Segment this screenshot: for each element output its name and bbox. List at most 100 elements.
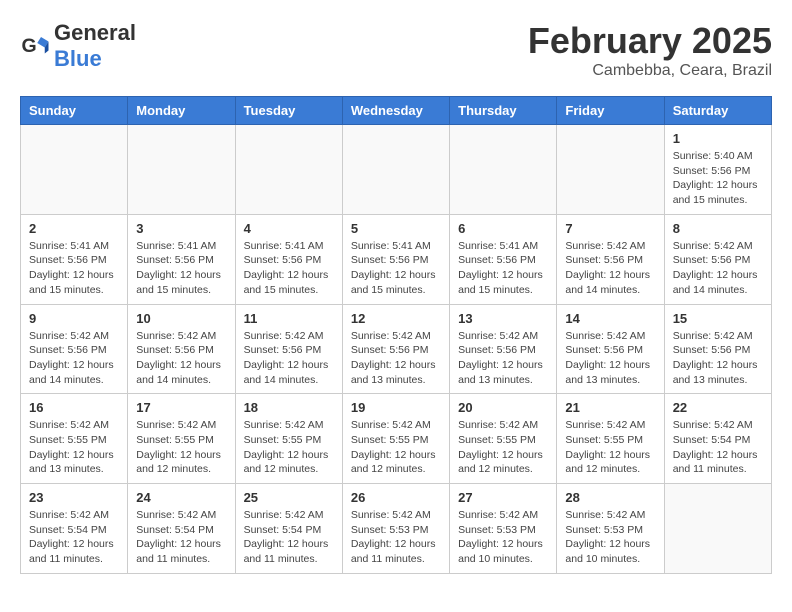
day-number: 28	[565, 490, 655, 505]
month-year-title: February 2025	[528, 20, 772, 62]
calendar-day-cell: 11Sunrise: 5:42 AM Sunset: 5:56 PM Dayli…	[235, 304, 342, 394]
day-number: 4	[244, 221, 334, 236]
day-info: Sunrise: 5:42 AM Sunset: 5:56 PM Dayligh…	[673, 329, 763, 388]
calendar-day-cell: 17 Sunrise: 5:42 AM Sunset: 5:55 PM Dayli…	[128, 394, 235, 484]
calendar-day-cell	[664, 484, 771, 574]
calendar-day-cell: 6 Sunrise: 5:41 AM Sunset: 5:56 PM Daylig…	[450, 214, 557, 304]
calendar-day-cell: 22 Sunrise: 5:42 AM Sunset: 5:54 PM Dayli…	[664, 394, 771, 484]
calendar-day-cell: 1 Sunrise: 5:40 AM Sunset: 5:56 PM Daylig…	[664, 125, 771, 215]
day-info: Sunrise: 5:42 AM Sunset: 5:56 PM Dayligh…	[565, 239, 655, 298]
day-number: 14	[565, 311, 655, 326]
day-number: 3	[136, 221, 226, 236]
calendar-day-cell: 27 Sunrise: 5:42 AM Sunset: 5:53 PM Dayli…	[450, 484, 557, 574]
day-number: 6	[458, 221, 548, 236]
day-number: 19	[351, 400, 441, 415]
calendar-table: SundayMondayTuesdayWednesdayThursdayFrid…	[20, 96, 772, 574]
day-number: 13	[458, 311, 548, 326]
calendar-day-cell: 12 Sunrise: 5:42 AM Sunset: 5:56 PM Dayli…	[342, 304, 449, 394]
day-info: Sunrise: 5:42 AM Sunset: 5:56 PM Dayligh…	[565, 329, 655, 388]
calendar-day-cell: 10 Sunrise: 5:42 AM Sunset: 5:56 PM Dayli…	[128, 304, 235, 394]
calendar-col-header: Tuesday	[235, 97, 342, 125]
day-info: Sunrise: 5:41 AM Sunset: 5:56 PM Dayligh…	[351, 239, 441, 298]
day-info: Sunrise: 5:42 AM Sunset: 5:53 PM Dayligh…	[458, 508, 548, 567]
day-number: 26	[351, 490, 441, 505]
day-info: Sunrise: 5:42 AM Sunset: 5:56 PM Dayligh…	[673, 239, 763, 298]
day-number: 10	[136, 311, 226, 326]
calendar-header-row: SundayMondayTuesdayWednesdayThursdayFrid…	[21, 97, 772, 125]
day-info: Sunrise: 5:41 AM Sunset: 5:56 PM Dayligh…	[136, 239, 226, 298]
calendar-day-cell: 24 Sunrise: 5:42 AM Sunset: 5:54 PM Dayli…	[128, 484, 235, 574]
day-number: 1	[673, 131, 763, 146]
calendar-day-cell: 20 Sunrise: 5:42 AM Sunset: 5:55 PM Dayli…	[450, 394, 557, 484]
day-info: Sunrise: 5:42 AM Sunset: 5:55 PM Dayligh…	[351, 418, 441, 477]
day-info: Sunrise: 5:41 AM Sunset: 5:56 PM Dayligh…	[244, 239, 334, 298]
calendar-day-cell: 2 Sunrise: 5:41 AM Sunset: 5:56 PM Daylig…	[21, 214, 128, 304]
day-info: Sunrise: 5:42 AM Sunset: 5:53 PM Dayligh…	[565, 508, 655, 567]
day-info: Sunrise: 5:42 AM Sunset: 5:54 PM Dayligh…	[29, 508, 119, 567]
day-number: 22	[673, 400, 763, 415]
day-info: Sunrise: 5:42 AM Sunset: 5:56 PM Dayligh…	[351, 329, 441, 388]
day-number: 8	[673, 221, 763, 236]
day-info: Sunrise: 5:42 AM Sunset: 5:55 PM Dayligh…	[565, 418, 655, 477]
logo-blue-text: Blue	[54, 46, 102, 71]
page-header: G General Blue February 2025 Cambebba, C…	[20, 20, 772, 80]
calendar-day-cell	[235, 125, 342, 215]
calendar-day-cell	[21, 125, 128, 215]
day-number: 15	[673, 311, 763, 326]
day-info: Sunrise: 5:42 AM Sunset: 5:55 PM Dayligh…	[29, 418, 119, 477]
calendar-day-cell: 25Sunrise: 5:42 AM Sunset: 5:54 PM Dayli…	[235, 484, 342, 574]
calendar-day-cell: 4 Sunrise: 5:41 AM Sunset: 5:56 PM Daylig…	[235, 214, 342, 304]
day-number: 20	[458, 400, 548, 415]
calendar-col-header: Friday	[557, 97, 664, 125]
calendar-day-cell: 8 Sunrise: 5:42 AM Sunset: 5:56 PM Daylig…	[664, 214, 771, 304]
location-subtitle: Cambebba, Ceara, Brazil	[528, 62, 772, 80]
calendar-day-cell	[450, 125, 557, 215]
calendar-week-row: 2 Sunrise: 5:41 AM Sunset: 5:56 PM Daylig…	[21, 214, 772, 304]
logo-general-text: General	[54, 20, 136, 45]
calendar-day-cell	[342, 125, 449, 215]
calendar-day-cell: 18Sunrise: 5:42 AM Sunset: 5:55 PM Dayli…	[235, 394, 342, 484]
calendar-week-row: 9 Sunrise: 5:42 AM Sunset: 5:56 PM Daylig…	[21, 304, 772, 394]
calendar-day-cell: 3 Sunrise: 5:41 AM Sunset: 5:56 PM Daylig…	[128, 214, 235, 304]
calendar-day-cell	[557, 125, 664, 215]
day-number: 23	[29, 490, 119, 505]
day-number: 2	[29, 221, 119, 236]
day-number: 9	[29, 311, 119, 326]
calendar-day-cell	[128, 125, 235, 215]
day-info: Sunrise: 5:40 AM Sunset: 5:56 PM Dayligh…	[673, 149, 763, 208]
calendar-week-row: 23 Sunrise: 5:42 AM Sunset: 5:54 PM Dayli…	[21, 484, 772, 574]
calendar-day-cell: 15 Sunrise: 5:42 AM Sunset: 5:56 PM Dayli…	[664, 304, 771, 394]
logo: G General Blue	[20, 20, 136, 72]
day-info: Sunrise: 5:42 AM Sunset: 5:56 PM Dayligh…	[29, 329, 119, 388]
day-number: 25	[244, 490, 334, 505]
day-info: Sunrise: 5:41 AM Sunset: 5:56 PM Dayligh…	[458, 239, 548, 298]
calendar-day-cell: 14 Sunrise: 5:42 AM Sunset: 5:56 PM Dayli…	[557, 304, 664, 394]
day-info: Sunrise: 5:42 AM Sunset: 5:55 PM Dayligh…	[136, 418, 226, 477]
calendar-day-cell: 28 Sunrise: 5:42 AM Sunset: 5:53 PM Dayli…	[557, 484, 664, 574]
calendar-day-cell: 13 Sunrise: 5:42 AM Sunset: 5:56 PM Dayli…	[450, 304, 557, 394]
day-number: 27	[458, 490, 548, 505]
day-number: 24	[136, 490, 226, 505]
day-info: Sunrise: 5:42 AM Sunset: 5:55 PM Dayligh…	[458, 418, 548, 477]
day-number: 17	[136, 400, 226, 415]
calendar-week-row: 1 Sunrise: 5:40 AM Sunset: 5:56 PM Daylig…	[21, 125, 772, 215]
day-info: Sunrise: 5:42 AM Sunset: 5:53 PM Dayligh…	[351, 508, 441, 567]
day-info: Sunrise: 5:42 AM Sunset: 5:54 PM Dayligh…	[136, 508, 226, 567]
logo-icon: G	[20, 31, 50, 61]
day-info: Sunrise: 5:42 AM Sunset: 5:56 PM Dayligh…	[136, 329, 226, 388]
title-area: February 2025 Cambebba, Ceara, Brazil	[528, 20, 772, 80]
calendar-day-cell: 5Sunrise: 5:41 AM Sunset: 5:56 PM Daylig…	[342, 214, 449, 304]
day-info: Sunrise: 5:42 AM Sunset: 5:56 PM Dayligh…	[244, 329, 334, 388]
calendar-col-header: Thursday	[450, 97, 557, 125]
day-info: Sunrise: 5:42 AM Sunset: 5:55 PM Dayligh…	[244, 418, 334, 477]
calendar-day-cell: 16Sunrise: 5:42 AM Sunset: 5:55 PM Dayli…	[21, 394, 128, 484]
day-number: 12	[351, 311, 441, 326]
day-info: Sunrise: 5:42 AM Sunset: 5:56 PM Dayligh…	[458, 329, 548, 388]
svg-text:G: G	[22, 35, 37, 57]
calendar-day-cell: 9 Sunrise: 5:42 AM Sunset: 5:56 PM Daylig…	[21, 304, 128, 394]
calendar-day-cell: 19 Sunrise: 5:42 AM Sunset: 5:55 PM Dayli…	[342, 394, 449, 484]
day-info: Sunrise: 5:41 AM Sunset: 5:56 PM Dayligh…	[29, 239, 119, 298]
calendar-col-header: Monday	[128, 97, 235, 125]
day-info: Sunrise: 5:42 AM Sunset: 5:54 PM Dayligh…	[673, 418, 763, 477]
calendar-day-cell: 26 Sunrise: 5:42 AM Sunset: 5:53 PM Dayli…	[342, 484, 449, 574]
